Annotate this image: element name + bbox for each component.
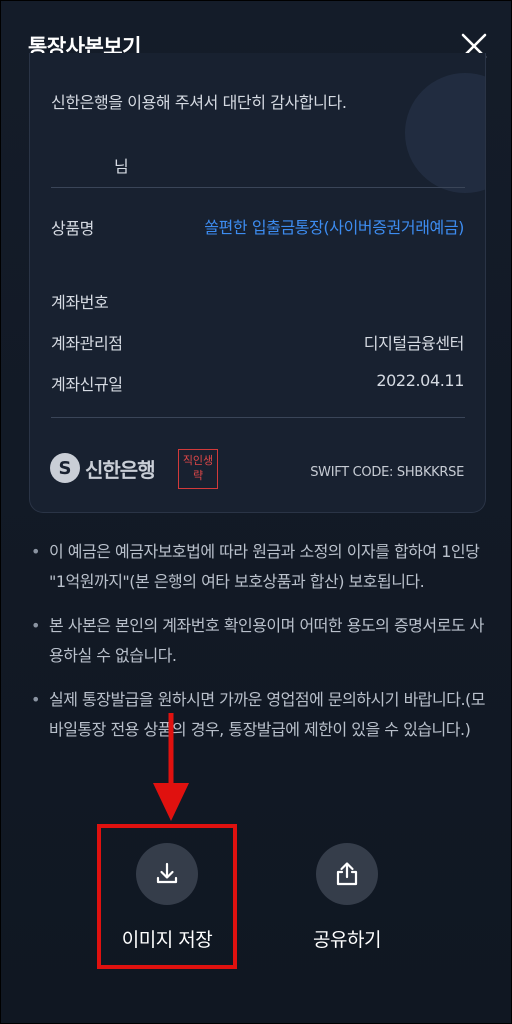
bank-logo: S 신한은행 <box>50 453 156 483</box>
account-copy-card: 신한은행을 이용해 주셔서 대단히 감사합니다. 님 상품명 쏠편한 입출금통장… <box>29 53 486 513</box>
share-label: 공유하기 <box>313 929 381 951</box>
bank-name: 신한은행 <box>85 457 156 482</box>
annotation-highlight-box <box>97 824 237 969</box>
list-item: 이 예금은 예금자보호법에 따라 원금과 소정의 이자를 합하여 1인당 "1억… <box>29 537 489 597</box>
thanks-text: 신한은행을 이용해 주셔서 대단히 감사합니다. <box>51 93 347 112</box>
divider <box>51 187 465 188</box>
open-date-value: 2022.04.11 <box>376 371 464 390</box>
share-circle[interactable] <box>316 843 378 905</box>
list-item: 본 사본은 본인의 계좌번호 확인용이며 어떠한 용도의 증명서로도 사용하실 … <box>29 611 489 671</box>
annotation-arrow <box>153 713 189 821</box>
branch-label: 계좌관리점 <box>51 334 123 353</box>
product-name-label: 상품명 <box>51 219 94 238</box>
share-icon <box>336 862 358 886</box>
shinhan-logo-icon: S <box>50 453 80 483</box>
divider <box>51 417 465 418</box>
list-item: 실제 통장발급을 원하시면 가까운 영업점에 문의하시기 바랍니다.(모바일통장… <box>29 685 489 745</box>
action-bar: 이미지 저장 공유하기 <box>1 821 512 971</box>
open-date-label: 계좌신규일 <box>51 375 123 394</box>
notice-list: 이 예금은 예금자보호법에 따라 원금과 소정의 이자를 합하여 1인당 "1억… <box>29 537 489 759</box>
branch-value: 디지털금융센터 <box>363 334 465 353</box>
screen: 통장사본보기 신한은행을 이용해 주셔서 대단히 감사합니다. 님 상품명 쏠편… <box>0 0 512 1024</box>
watermark-logo <box>405 73 485 193</box>
product-name-value: 쏠편한 입출금통장(사이버증권거래예금) <box>204 218 464 237</box>
seal-stamp: 직인생략 <box>178 449 218 489</box>
swift-code: SWIFT CODE: SHBKKRSE <box>310 465 464 480</box>
share-button[interactable]: 공유하기 <box>287 843 407 952</box>
account-number-label: 계좌번호 <box>51 293 109 312</box>
customer-name-suffix: 님 <box>114 157 129 176</box>
